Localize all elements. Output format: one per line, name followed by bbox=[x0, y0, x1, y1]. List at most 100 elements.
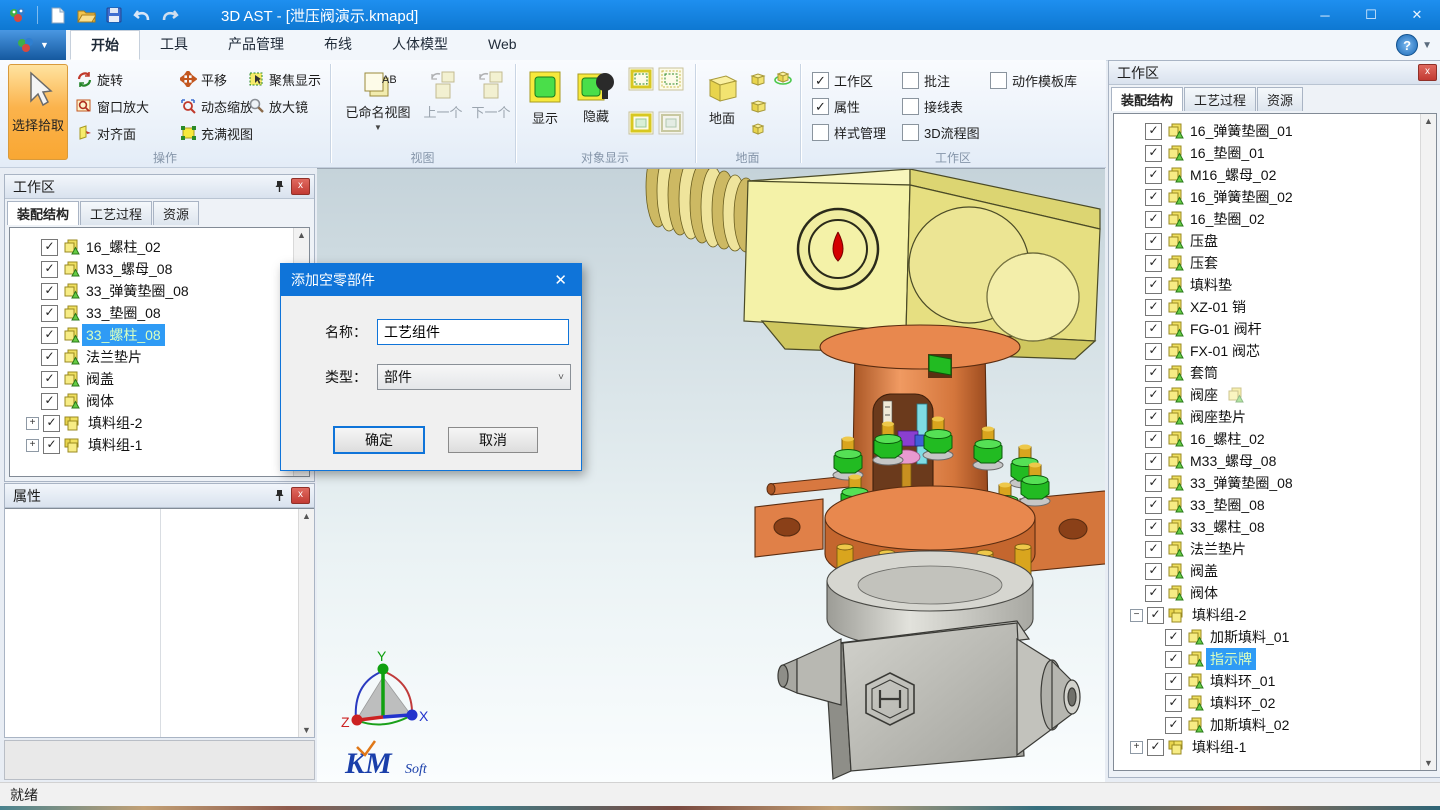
tree-item[interactable]: ✓加斯填料_01 bbox=[1116, 626, 1434, 648]
checkbox-icon[interactable] bbox=[812, 124, 829, 141]
close-panel-button[interactable]: x bbox=[291, 487, 310, 504]
tree-item[interactable]: ✓ 16_弹簧垫圈_02 bbox=[1116, 186, 1434, 208]
tree-item-checkbox[interactable]: ✓ bbox=[1145, 167, 1162, 184]
tree-item[interactable]: ✓填料环_01 bbox=[1116, 670, 1434, 692]
rotate-button[interactable]: 旋转 bbox=[76, 68, 123, 90]
maximize-button[interactable]: ☐ bbox=[1348, 0, 1394, 30]
tree-item-checkbox[interactable]: ✓ bbox=[1145, 321, 1162, 338]
tree-item-label[interactable]: 填料垫 bbox=[1186, 274, 1236, 296]
ribbon-tab-3[interactable]: 产品管理 bbox=[208, 30, 304, 60]
tree-item[interactable]: ✓ 填料环_02 bbox=[1116, 692, 1434, 714]
expand-icon[interactable]: + bbox=[1130, 741, 1143, 754]
tree-item-checkbox[interactable]: ✓ bbox=[41, 305, 58, 322]
ribbon-tab-6[interactable]: Web bbox=[468, 30, 537, 60]
ribbon-tab-1[interactable]: 开始 bbox=[70, 30, 140, 60]
save-icon[interactable] bbox=[103, 5, 125, 25]
properties-scrollbar[interactable]: ▲▼ bbox=[298, 509, 314, 737]
checkbox-icon[interactable]: ✓ bbox=[812, 72, 829, 89]
tree-item-label[interactable]: 16_垫圈_01 bbox=[1186, 142, 1269, 164]
tree-item-checkbox[interactable]: ✓ bbox=[43, 437, 60, 454]
tree-item-checkbox[interactable]: ✓ bbox=[1145, 145, 1162, 162]
tree-item-checkbox[interactable]: ✓ bbox=[1145, 453, 1162, 470]
tree-item-label[interactable]: 加斯填料_01 bbox=[1206, 626, 1293, 648]
tree-item-checkbox[interactable]: ✓ bbox=[1145, 585, 1162, 602]
tree-item-label[interactable]: 16_垫圈_02 bbox=[1186, 208, 1269, 230]
display-option-3-button[interactable] bbox=[628, 112, 654, 134]
tree-item[interactable]: ✓ 33_弹簧垫圈_08 bbox=[1116, 472, 1434, 494]
tree-item-checkbox[interactable]: ✓ bbox=[1147, 607, 1164, 624]
panel-tab-1[interactable]: 装配结构 bbox=[1111, 87, 1183, 111]
show-button[interactable]: 显示 bbox=[522, 64, 568, 158]
panel-tab-2[interactable]: 工艺过程 bbox=[80, 201, 152, 225]
tree-item-checkbox[interactable]: ✓ bbox=[1165, 695, 1182, 712]
ground-small-4-button[interactable] bbox=[751, 118, 765, 140]
tree-item[interactable]: ✓16_螺柱_02 bbox=[1116, 428, 1434, 450]
checkbox-icon[interactable] bbox=[902, 72, 919, 89]
display-option-2-button[interactable] bbox=[658, 68, 684, 90]
tree-item-checkbox[interactable]: ✓ bbox=[1145, 475, 1162, 492]
tree-item[interactable]: ✓33_垫圈_08 bbox=[1116, 494, 1434, 516]
tree-item-checkbox[interactable]: ✓ bbox=[1145, 189, 1162, 206]
tree-item-checkbox[interactable]: ✓ bbox=[1145, 211, 1162, 228]
tree-item-label[interactable]: 填料组-1 bbox=[84, 434, 146, 456]
tree-item[interactable]: ✓33_螺柱_08 bbox=[1116, 516, 1434, 538]
tree-item[interactable]: ✓ 16_垫圈_02 bbox=[1116, 208, 1434, 230]
tree-item-label[interactable]: 33_弹簧垫圈_08 bbox=[82, 280, 193, 302]
tree-item[interactable]: ✓阀盖 bbox=[12, 368, 307, 390]
tree-item-checkbox[interactable]: ✓ bbox=[1145, 233, 1162, 250]
tree-item-label[interactable]: 16_弹簧垫圈_02 bbox=[1186, 186, 1297, 208]
named-views-button[interactable]: AB 已命名视图 ▼ bbox=[338, 64, 418, 158]
tree-item-label[interactable]: 阀体 bbox=[82, 390, 118, 412]
tree-item-label[interactable]: 33_螺柱_08 bbox=[1186, 516, 1269, 538]
tree-item[interactable]: ✓33_弹簧垫圈_08 bbox=[12, 280, 307, 302]
tree-item-label[interactable]: 阀盖 bbox=[1186, 560, 1222, 582]
tree-item[interactable]: ✓加斯填料_02 bbox=[1116, 714, 1434, 736]
scroll-down-icon[interactable]: ▼ bbox=[302, 723, 311, 737]
redo-icon[interactable] bbox=[159, 5, 181, 25]
pin-icon[interactable] bbox=[271, 488, 287, 504]
tree-item[interactable]: +✓填料组-2 bbox=[12, 412, 307, 434]
tree-item-label[interactable]: 阀座 bbox=[1186, 384, 1222, 406]
workspace-toggle-2[interactable]: ✓属性 bbox=[812, 96, 860, 116]
tree-item[interactable]: ✓压套 bbox=[1116, 252, 1434, 274]
tree-item-label[interactable]: 填料组-2 bbox=[1188, 604, 1250, 626]
tree-item[interactable]: +✓填料组-1 bbox=[1116, 736, 1434, 758]
ground-button[interactable]: 地面 bbox=[700, 64, 744, 158]
tree-item-label[interactable]: 压套 bbox=[1186, 252, 1222, 274]
tree-item-label[interactable]: 33_弹簧垫圈_08 bbox=[1186, 472, 1297, 494]
tree-item[interactable]: ✓16_螺柱_02 bbox=[12, 236, 307, 258]
tree-item-checkbox[interactable]: ✓ bbox=[43, 415, 60, 432]
tree-item[interactable]: ✓法兰垫片 bbox=[1116, 538, 1434, 560]
workspace-toggle-4[interactable]: 批注 bbox=[902, 70, 950, 90]
tree-item-label[interactable]: FG-01 阀杆 bbox=[1186, 318, 1266, 340]
close-panel-button[interactable]: x bbox=[291, 178, 310, 195]
tree-item-label[interactable]: 33_垫圈_08 bbox=[82, 302, 165, 324]
tree-item-checkbox[interactable]: ✓ bbox=[1145, 277, 1162, 294]
dynamic-zoom-button[interactable]: 动态缩放 bbox=[180, 95, 253, 117]
tree-item-label[interactable]: 阀体 bbox=[1186, 582, 1222, 604]
tree-item-checkbox[interactable]: ✓ bbox=[41, 327, 58, 344]
tree-item[interactable]: ✓XZ-01 销 bbox=[1116, 296, 1434, 318]
display-option-1-button[interactable] bbox=[628, 68, 654, 90]
help-button[interactable]: ?▼ bbox=[1396, 34, 1432, 56]
tree-item-checkbox[interactable]: ✓ bbox=[41, 239, 58, 256]
tree-item[interactable]: −✓填料组-2 bbox=[1116, 604, 1434, 626]
tree-item-label[interactable]: 加斯填料_02 bbox=[1206, 714, 1293, 736]
tree-item-label[interactable]: 套筒 bbox=[1186, 362, 1222, 384]
tree-item[interactable]: +✓填料组-1 bbox=[12, 434, 307, 456]
tree-item-checkbox[interactable]: ✓ bbox=[1145, 563, 1162, 580]
tree-item-checkbox[interactable]: ✓ bbox=[1165, 673, 1182, 690]
pin-icon[interactable] bbox=[271, 179, 287, 195]
scroll-down-icon[interactable]: ▼ bbox=[1424, 756, 1433, 770]
previous-view-button[interactable]: 上一个 bbox=[420, 64, 466, 158]
workspace-toggle-7[interactable]: 动作模板库 bbox=[990, 70, 1077, 90]
tree-item-label[interactable]: 填料环_02 bbox=[1206, 692, 1279, 714]
tree-item[interactable]: ✓套筒 bbox=[1116, 362, 1434, 384]
display-option-4-button[interactable] bbox=[658, 112, 684, 134]
tree-item-label[interactable]: M33_螺母_08 bbox=[82, 258, 176, 280]
ribbon-tab-5[interactable]: 人体模型 bbox=[372, 30, 468, 60]
panel-tab-2[interactable]: 工艺过程 bbox=[1184, 87, 1256, 111]
tree-item[interactable]: ✓16_弹簧垫圈_01 bbox=[1116, 120, 1434, 142]
close-panel-button[interactable]: x bbox=[1418, 64, 1437, 81]
tree-item-label[interactable]: 指示牌 bbox=[1206, 648, 1256, 670]
